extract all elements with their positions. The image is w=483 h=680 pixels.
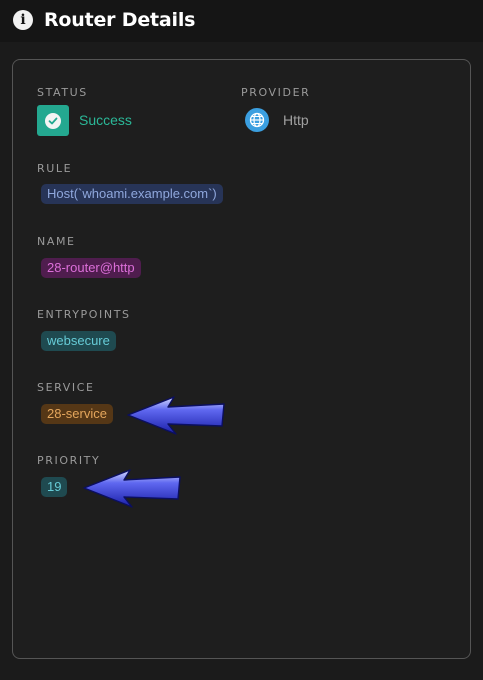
- check-circle-icon: [45, 112, 61, 129]
- info-icon: i: [13, 10, 33, 30]
- annotation-arrow-icon: [83, 469, 181, 508]
- entrypoints-label: ENTRYPOINTS: [37, 308, 131, 321]
- header-bar: i Router Details: [0, 0, 483, 42]
- priority-chip: 19: [41, 477, 68, 497]
- priority-label: PRIORITY: [37, 454, 101, 467]
- rule-chip: Host(`whoami.example.com`): [41, 184, 223, 204]
- page-title: Router Details: [44, 9, 196, 31]
- status-value: Success: [79, 112, 132, 128]
- globe-icon: [245, 108, 269, 132]
- entrypoint-chip: websecure: [41, 331, 116, 351]
- rule-label: RULE: [37, 162, 73, 175]
- service-label: SERVICE: [37, 381, 95, 394]
- status-label: STATUS: [37, 86, 88, 99]
- provider-label: PROVIDER: [241, 86, 311, 99]
- name-label: NAME: [37, 235, 76, 248]
- annotation-arrow-icon: [127, 396, 225, 435]
- provider-value: Http: [283, 112, 309, 128]
- name-chip: 28-router@http: [41, 258, 141, 278]
- status-badge: [37, 105, 69, 136]
- service-link-chip[interactable]: 28-service: [41, 404, 113, 424]
- router-details-panel: [12, 59, 471, 659]
